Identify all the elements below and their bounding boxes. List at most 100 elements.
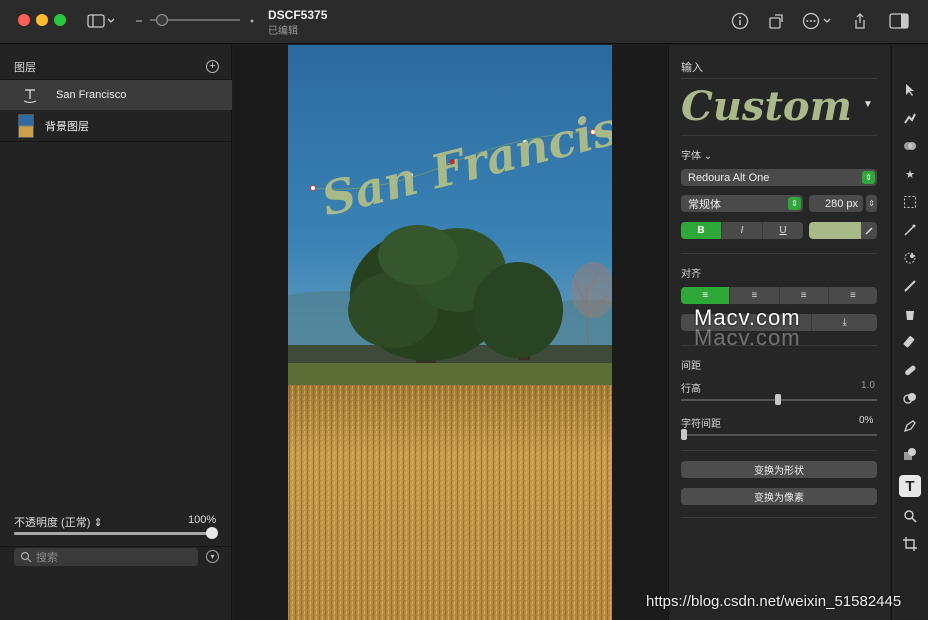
layers-panel-title: 图层 — [14, 62, 36, 74]
paint-brush-icon[interactable] — [899, 275, 921, 297]
arrow-icon[interactable] — [899, 79, 921, 101]
text-color-well[interactable] — [809, 222, 861, 239]
paint-bucket-icon[interactable] — [899, 303, 921, 325]
style-preset-preview[interactable]: Custom ▼ — [677, 81, 883, 133]
layer-name: 背景图层 — [45, 121, 89, 133]
zoom-out-icon[interactable] — [134, 10, 144, 32]
marquee-icon[interactable] — [899, 191, 921, 213]
canvas-area[interactable]: San Francisco — [233, 45, 667, 620]
minimize-window-button[interactable] — [36, 14, 48, 26]
letter-spacing-label: 字符间距 — [681, 419, 721, 430]
share-icon[interactable] — [850, 10, 870, 32]
align-center-button[interactable]: ≡ — [730, 287, 780, 304]
font-size-stepper[interactable]: ⇕ — [866, 195, 877, 212]
divider — [681, 517, 877, 518]
brush-select-icon[interactable] — [899, 247, 921, 269]
spacing-section-label: 间距 — [681, 361, 701, 372]
divider — [681, 253, 877, 254]
text-layer-icon — [20, 86, 40, 104]
align-bottom-button[interactable]: ⤓ — [812, 314, 877, 331]
font-style-value: 常规体 — [688, 198, 721, 211]
underline-button[interactable]: U — [763, 222, 803, 239]
zoom-icon[interactable] — [899, 505, 921, 527]
shapes-icon[interactable] — [899, 443, 921, 465]
italic-button[interactable]: I — [722, 222, 763, 239]
image-canvas[interactable]: San Francisco — [288, 45, 612, 620]
align-left-button[interactable]: ≡ — [681, 287, 731, 304]
magic-wand-icon[interactable] — [899, 219, 921, 241]
line-height-slider-knob[interactable] — [775, 394, 781, 405]
divider — [681, 135, 877, 136]
title-bar: DSCF5375 已编辑 — [0, 0, 928, 44]
chevron-down-icon[interactable]: ▼ — [863, 99, 873, 110]
image-layer-icon — [18, 114, 34, 138]
star-icon[interactable]: ★ — [899, 163, 921, 185]
text-icon[interactable]: T — [899, 475, 921, 497]
convert-to-shape-button[interactable]: 变换为形状 — [681, 461, 877, 478]
stepper-icon: ⇕ — [862, 171, 875, 184]
arrange-icon[interactable] — [766, 10, 786, 32]
inspector-toggle-icon[interactable] — [888, 10, 910, 32]
zoom-slider-knob[interactable] — [156, 14, 168, 26]
info-icon[interactable] — [730, 10, 750, 32]
font-style-select[interactable]: 常规体 ⇕ — [681, 195, 803, 212]
layer-name: San Francisco — [56, 89, 127, 101]
font-family-value: Redoura Alt One — [688, 171, 770, 184]
sidebar-toggle-icon[interactable] — [86, 10, 116, 32]
filter-icon[interactable]: ▾ — [206, 550, 219, 563]
layer-row-text[interactable]: San Francisco — [0, 80, 232, 110]
watermark-site-shadow: Macv.com — [694, 325, 801, 350]
opacity-value: 100% — [188, 514, 217, 526]
input-section-label: 输入 — [681, 62, 703, 74]
retouch-icon[interactable] — [899, 107, 921, 129]
font-size-field[interactable]: 280 px — [809, 195, 863, 212]
font-section-label[interactable]: 字体 ⌄ — [681, 147, 712, 162]
divider — [681, 78, 877, 79]
letter-spacing-slider[interactable] — [681, 434, 877, 436]
layer-search-input[interactable]: 搜索 — [14, 548, 198, 566]
photo-image: San Francisco — [288, 45, 612, 620]
opacity-slider-knob[interactable] — [206, 527, 218, 539]
more-options-icon[interactable] — [802, 10, 834, 32]
stepper-icon: ⇕ — [788, 197, 801, 210]
close-window-button[interactable] — [18, 14, 30, 26]
divider — [681, 450, 877, 451]
zoom-in-icon[interactable] — [247, 10, 257, 32]
pen-icon[interactable] — [899, 415, 921, 437]
align-right-button[interactable]: ≡ — [780, 287, 829, 304]
effects-icon[interactable] — [899, 135, 921, 157]
search-placeholder: 搜索 — [36, 552, 58, 564]
letter-spacing-slider-knob[interactable] — [681, 429, 687, 440]
convert-to-pixels-button[interactable]: 变换为像素 — [681, 488, 877, 505]
divider — [0, 141, 232, 142]
add-layer-button[interactable]: + — [206, 60, 219, 73]
bold-button[interactable]: B — [681, 222, 722, 239]
line-height-label: 行高 — [681, 384, 701, 395]
bandage-icon[interactable] — [899, 359, 921, 381]
text-format-group: B I U — [681, 222, 803, 239]
search-icon — [20, 551, 32, 563]
opacity-label[interactable]: 不透明度 (正常) ⇕ — [14, 514, 103, 530]
line-height-value: 1.0 — [861, 380, 875, 391]
zoom-window-button[interactable] — [54, 14, 66, 26]
divider — [0, 546, 232, 547]
zoom-slider[interactable] — [150, 14, 240, 26]
tool-strip: ★ T — [891, 45, 928, 620]
document-status: 已编辑 — [268, 26, 298, 37]
clone-icon[interactable] — [899, 387, 921, 409]
font-family-select[interactable]: Redoura Alt One ⇕ — [681, 169, 877, 186]
layers-panel: 图层 + San Francisco 背景图层 不透明度 (正常) ⇕ 100%… — [0, 45, 232, 620]
eyedropper-icon[interactable] — [861, 222, 877, 239]
eraser-icon[interactable] — [899, 331, 921, 353]
opacity-slider[interactable] — [14, 532, 214, 535]
alignment-group: ≡ ≡ ≡ ≡ — [681, 287, 877, 304]
align-justify-button[interactable]: ≡ — [829, 287, 877, 304]
font-size-value: 280 px — [824, 197, 858, 210]
document-title: DSCF5375 — [268, 8, 328, 22]
crop-icon[interactable] — [899, 533, 921, 555]
align-section-label: 对齐 — [681, 269, 701, 280]
layer-row-background[interactable]: 背景图层 — [0, 111, 232, 141]
preset-name: Custom — [681, 83, 852, 130]
letter-spacing-value: 0% — [859, 415, 874, 426]
watermark-url: https://blog.csdn.net/weixin_51582445 — [646, 593, 902, 610]
